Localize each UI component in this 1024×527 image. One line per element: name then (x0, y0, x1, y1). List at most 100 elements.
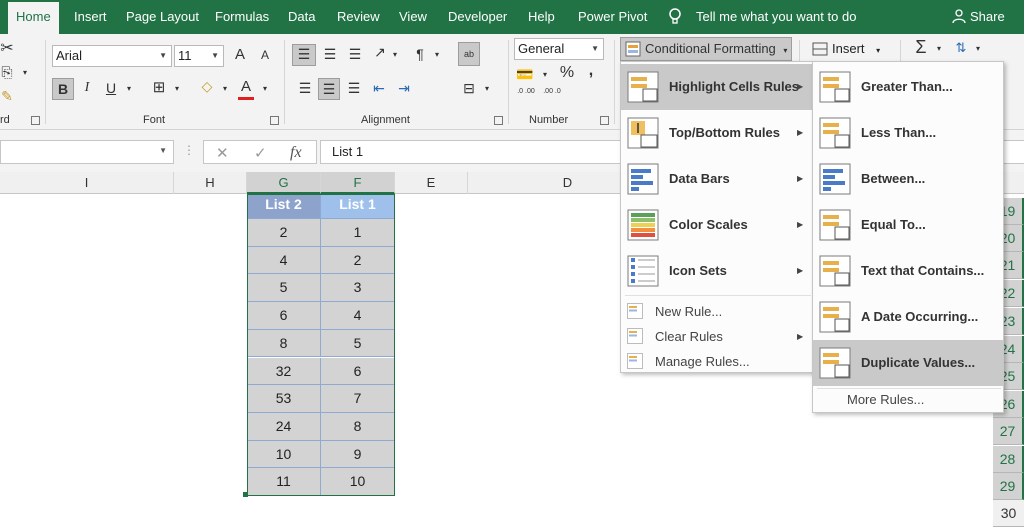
column-header-g[interactable]: G (247, 172, 321, 194)
font-color-icon[interactable]: A (238, 78, 254, 100)
tab-power-pivot[interactable]: Power Pivot (578, 0, 647, 34)
table-cell[interactable]: 1 (321, 219, 395, 247)
sort-filter-icon[interactable]: ⇅ (952, 40, 970, 56)
tab-data[interactable]: Data (288, 0, 315, 34)
table-cell[interactable]: 11 (247, 468, 321, 496)
name-box[interactable]: ▼ (0, 140, 174, 164)
tab-insert[interactable]: Insert (74, 0, 107, 34)
align-right-icon[interactable]: ☰ (345, 80, 363, 97)
resize-handle-icon[interactable]: ⋮ (183, 143, 195, 157)
align-bottom-icon[interactable]: ☰ (345, 46, 365, 63)
orientation-icon[interactable]: ↗ (370, 44, 390, 61)
shrink-font-icon[interactable]: A (258, 48, 272, 62)
alignment-launcher-icon[interactable] (494, 116, 503, 125)
cf-menu-item-4[interactable]: Color Scales ▶ (621, 202, 813, 248)
table-cell[interactable]: 8 (247, 329, 321, 358)
copy-dropdown-icon[interactable]: ▾ (20, 68, 30, 77)
fill-handle[interactable] (243, 492, 248, 497)
paragraph-dropdown-icon[interactable]: ▾ (432, 50, 442, 59)
comma-style-button[interactable]: , (586, 62, 596, 80)
underline-dropdown-icon[interactable]: ▾ (124, 84, 134, 93)
cf-menu-small-item-1[interactable]: New Rule... (621, 300, 813, 324)
insert-function-icon[interactable]: fx (290, 144, 302, 162)
table-cell[interactable]: 7 (321, 385, 395, 413)
format-painter-icon[interactable]: ✎ (0, 88, 14, 106)
tab-view[interactable]: View (399, 0, 427, 34)
number-launcher-icon[interactable] (600, 116, 609, 125)
clipboard-launcher-icon[interactable] (31, 116, 40, 125)
table-cell[interactable]: 8 (321, 412, 395, 441)
borders-dropdown-icon[interactable]: ▾ (172, 84, 182, 93)
row-header[interactable]: 28 (993, 446, 1024, 473)
align-middle-icon[interactable]: ☰ (320, 46, 340, 63)
conditional-formatting-button[interactable]: Conditional Formatting ▾ (620, 37, 792, 61)
row-header[interactable]: 27 (993, 418, 1024, 445)
column-header-h[interactable]: H (174, 172, 247, 194)
table-cell[interactable]: 5 (321, 329, 395, 358)
more-rules-item[interactable]: More Rules... (847, 392, 924, 407)
font-name-box[interactable]: Arial ▼ (52, 45, 172, 67)
accounting-format-icon[interactable]: 💳 (516, 66, 534, 83)
cancel-icon[interactable]: ✕ (216, 144, 229, 162)
row-header[interactable]: 30 (993, 500, 1024, 527)
table-cell[interactable]: 53 (247, 385, 321, 413)
decrease-indent-icon[interactable]: ⇤ (370, 80, 388, 97)
table-cell[interactable]: 9 (321, 440, 395, 469)
table-cell[interactable]: 3 (321, 274, 395, 303)
table-cell[interactable]: 10 (247, 440, 321, 469)
table-cell[interactable]: 2 (247, 219, 321, 247)
align-center-icon[interactable]: ☰ (318, 78, 340, 100)
percent-style-button[interactable]: % (558, 64, 576, 82)
hcr-menu-item-6[interactable]: A Date Occurring... (813, 294, 1003, 340)
italic-button[interactable]: I (80, 80, 94, 96)
cf-menu-item-1[interactable]: Highlight Cells Rules ▶ (621, 64, 813, 110)
table-cell[interactable]: 4 (321, 302, 395, 330)
fill-color-icon[interactable]: ◇ (198, 78, 216, 95)
paragraph-direction-icon[interactable]: ¶ (412, 46, 428, 62)
table-cell[interactable]: 6 (321, 357, 395, 386)
font-size-box[interactable]: 11 ▼ (174, 45, 224, 67)
hcr-menu-item-5[interactable]: Text that Contains... (813, 248, 1003, 294)
cf-menu-small-item-2[interactable]: Clear Rules ▶ (621, 325, 813, 349)
table-cell[interactable]: 4 (247, 246, 321, 275)
font-color-dropdown-icon[interactable]: ▾ (260, 84, 270, 93)
borders-icon[interactable]: ⊞ (150, 78, 168, 96)
autosum-dropdown-icon[interactable]: ▾ (934, 44, 944, 53)
table-cell[interactable]: 32 (247, 357, 321, 386)
increase-decimal-icon[interactable]: .0 .00 (516, 88, 536, 96)
tab-developer[interactable]: Developer (448, 0, 507, 34)
table-header-list-2[interactable]: List 2 (247, 194, 321, 219)
tab-page-layout[interactable]: Page Layout (126, 0, 199, 34)
enter-icon[interactable]: ✓ (254, 144, 267, 162)
increase-indent-icon[interactable]: ⇥ (395, 80, 413, 97)
merge-dropdown-icon[interactable]: ▾ (482, 84, 492, 93)
hcr-menu-item-7[interactable]: Duplicate Values... (813, 340, 1003, 386)
cut-icon[interactable]: ✂ (0, 38, 14, 57)
accounting-dropdown-icon[interactable]: ▾ (540, 70, 550, 79)
sort-filter-dropdown-icon[interactable]: ▾ (973, 44, 983, 53)
tab-formulas[interactable]: Formulas (215, 0, 269, 34)
hcr-menu-item-3[interactable]: Between... (813, 156, 1003, 202)
font-launcher-icon[interactable] (270, 116, 279, 125)
insert-cells-button[interactable]: Insert ▾ (832, 41, 880, 56)
wrap-text-icon[interactable]: ab (458, 42, 480, 66)
copy-icon[interactable]: ⎘ (0, 64, 14, 82)
column-header-f[interactable]: F (321, 172, 395, 194)
orientation-dropdown-icon[interactable]: ▾ (390, 50, 400, 59)
column-header-e[interactable]: E (395, 172, 468, 194)
table-cell[interactable]: 6 (247, 302, 321, 330)
hcr-menu-item-2[interactable]: Less Than... (813, 110, 1003, 156)
bold-button[interactable]: B (52, 78, 74, 100)
grow-font-icon[interactable]: A (232, 46, 248, 63)
column-header-i[interactable]: I (0, 172, 174, 194)
share-button[interactable]: Share (952, 9, 1005, 24)
row-header[interactable]: 29 (993, 473, 1024, 500)
decrease-decimal-icon[interactable]: .00 .0 (542, 88, 562, 96)
hcr-menu-item-4[interactable]: Equal To... (813, 202, 1003, 248)
table-cell[interactable]: 2 (321, 246, 395, 275)
cf-menu-item-2[interactable]: Top/Bottom Rules ▶ (621, 110, 813, 156)
hcr-menu-item-1[interactable]: Greater Than... (813, 64, 1003, 110)
number-format-box[interactable]: General ▼ (514, 38, 604, 60)
cf-menu-item-3[interactable]: Data Bars ▶ (621, 156, 813, 202)
fill-dropdown-icon[interactable]: ▾ (220, 84, 230, 93)
